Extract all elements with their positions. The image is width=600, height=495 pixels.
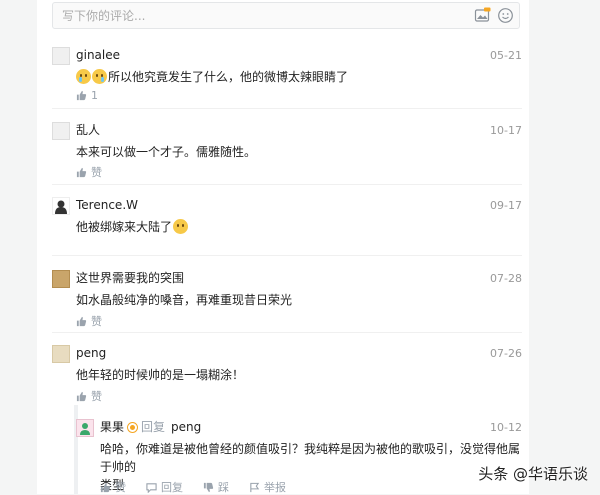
comment-text: 如水晶般纯净的嗓音，再难重现昔日荣光 bbox=[76, 291, 292, 309]
comment-date: 09-17 bbox=[490, 197, 522, 214]
divider bbox=[52, 255, 522, 256]
like-button[interactable]: 赞 bbox=[76, 388, 102, 404]
comment-username[interactable]: 乱人 bbox=[76, 122, 100, 139]
reply-username[interactable]: 果果 bbox=[100, 419, 124, 436]
comment-date: 10-17 bbox=[490, 122, 522, 139]
avatar[interactable] bbox=[52, 345, 70, 363]
watermark: 头条 @华语乐谈 bbox=[478, 463, 588, 484]
comment-username[interactable]: Terence.W bbox=[76, 197, 138, 214]
thumbs-up-icon bbox=[76, 316, 87, 327]
crying-emoji-icon bbox=[92, 69, 107, 84]
like-label: 赞 bbox=[91, 164, 102, 180]
report-button[interactable]: 举报 bbox=[249, 479, 286, 495]
like-count: 1 bbox=[91, 89, 98, 102]
thinking-emoji-icon bbox=[173, 219, 188, 234]
divider bbox=[52, 332, 522, 333]
avatar[interactable] bbox=[52, 47, 70, 65]
dislike-button[interactable]: 踩 bbox=[203, 479, 229, 495]
comment-date: 07-26 bbox=[490, 345, 522, 362]
crying-emoji-icon bbox=[76, 69, 91, 84]
like-label: 赞 bbox=[91, 313, 102, 329]
avatar[interactable] bbox=[52, 270, 70, 288]
reply-label: 回复 bbox=[141, 419, 165, 436]
like-label: 赞 bbox=[91, 388, 102, 404]
reply-date: 10-12 bbox=[490, 419, 522, 436]
avatar[interactable] bbox=[52, 122, 70, 140]
flag-icon bbox=[249, 482, 260, 493]
comment-date: 05-21 bbox=[490, 47, 522, 64]
emoji-icon[interactable] bbox=[497, 7, 514, 24]
divider bbox=[52, 108, 522, 109]
comment-text: 所以他究竟发生了什么，他的微博太辣眼睛了 bbox=[76, 68, 348, 86]
image-upload-icon[interactable] bbox=[474, 7, 491, 24]
comment-username[interactable]: 这世界需要我的突围 bbox=[76, 270, 184, 287]
like-button[interactable]: 赞 bbox=[100, 479, 126, 495]
divider bbox=[52, 184, 522, 185]
comment-text: 本来可以做一个才子。儒雅随性。 bbox=[76, 143, 256, 161]
comment-bubble-icon bbox=[146, 482, 157, 493]
comment-text: 他年轻的时候帅的是一塌糊涂！ bbox=[76, 366, 244, 384]
like-button[interactable]: 赞 bbox=[76, 164, 102, 180]
reply-header: 果果 回复 peng bbox=[100, 419, 201, 436]
avatar[interactable] bbox=[76, 419, 94, 437]
thumbs-up-icon bbox=[76, 391, 87, 402]
reply-to-username[interactable]: peng bbox=[171, 419, 201, 436]
thumbs-down-icon bbox=[203, 482, 214, 493]
comment-input[interactable] bbox=[53, 3, 453, 28]
comment-username[interactable]: peng bbox=[76, 345, 106, 362]
reply-button[interactable]: 回复 bbox=[146, 479, 183, 495]
thumbs-up-icon bbox=[100, 482, 111, 493]
like-button[interactable]: 赞 bbox=[76, 313, 102, 329]
thumbs-up-icon bbox=[76, 167, 87, 178]
comment-input-box[interactable] bbox=[52, 2, 520, 29]
comment-text: 他被绑嫁来大陆了 bbox=[76, 218, 189, 236]
comments-panel: ginalee 05-21 所以他究竟发生了什么，他的微博太辣眼睛了 1 乱人 … bbox=[37, 0, 529, 494]
comment-date: 07-28 bbox=[490, 270, 522, 287]
verified-badge-icon bbox=[127, 422, 138, 433]
thumbs-up-icon bbox=[76, 90, 87, 101]
avatar[interactable] bbox=[52, 197, 70, 215]
like-button[interactable]: 1 bbox=[76, 89, 98, 102]
comment-username[interactable]: ginalee bbox=[76, 47, 120, 64]
